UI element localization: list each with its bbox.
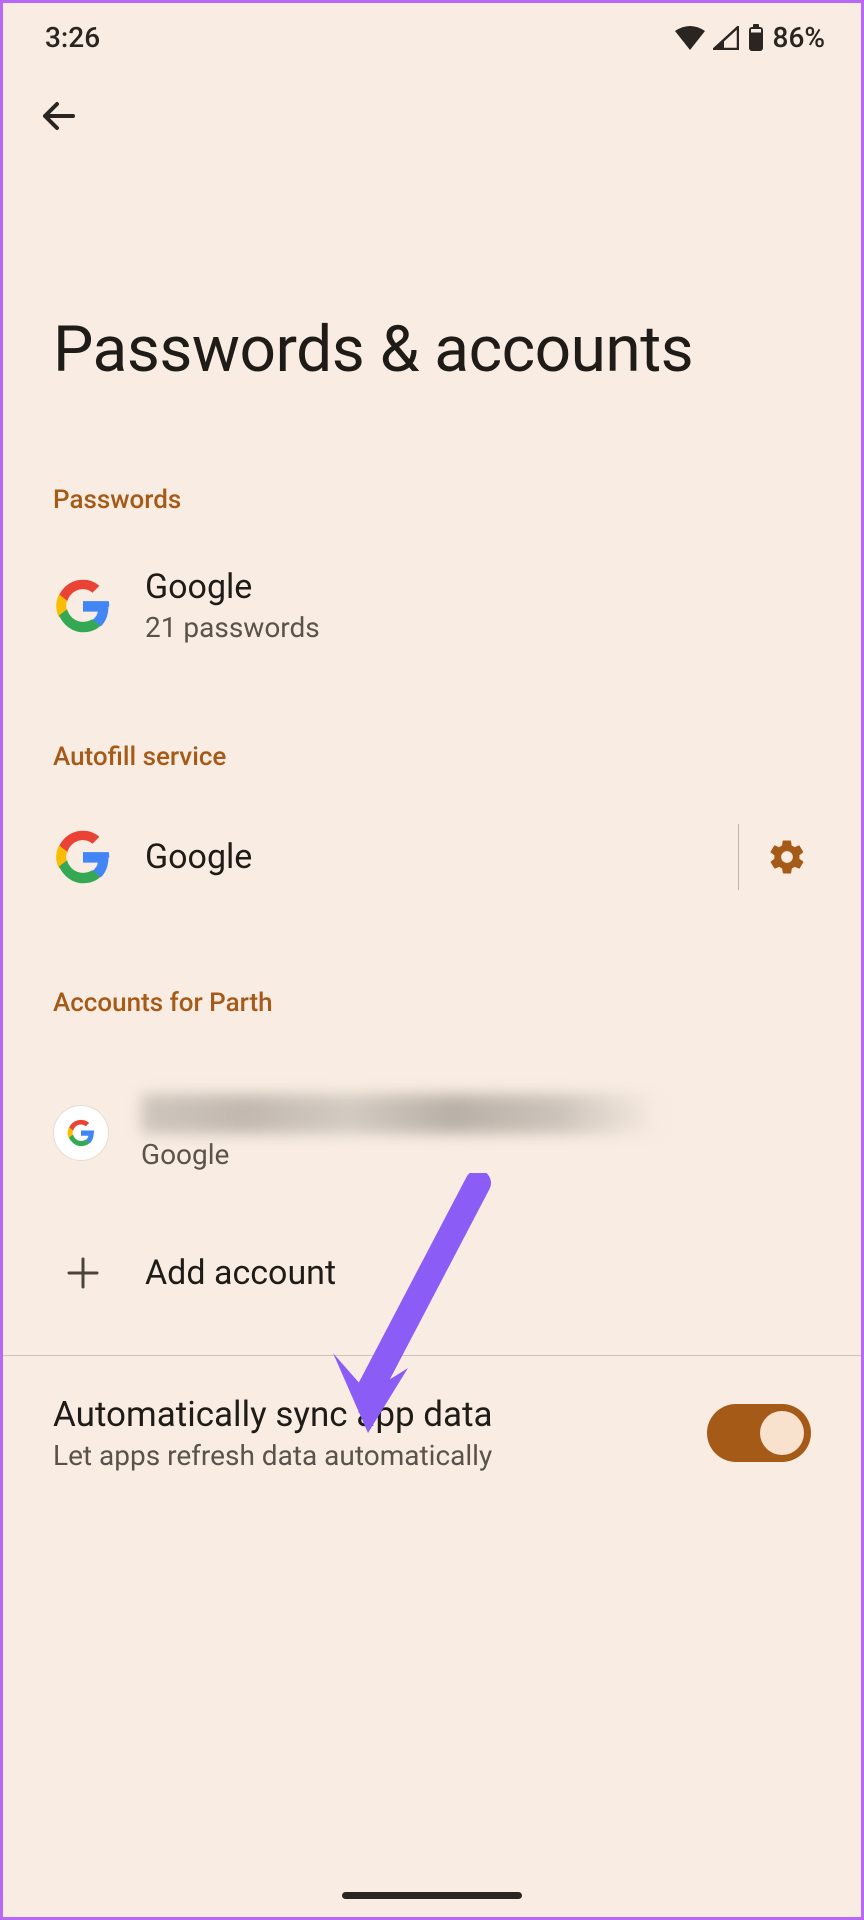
signal-icon (713, 26, 739, 50)
plus-icon (53, 1243, 113, 1303)
wifi-icon (675, 26, 705, 50)
status-time: 3:26 (45, 21, 100, 54)
add-account-label: Add account (145, 1253, 811, 1293)
back-button[interactable] (3, 64, 861, 152)
section-header-autofill: Autofill service (3, 724, 861, 800)
google-icon (53, 576, 113, 636)
gear-icon (767, 837, 807, 877)
autofill-google-title: Google (145, 837, 706, 877)
section-header-passwords: Passwords (3, 467, 861, 543)
battery-icon (747, 24, 765, 52)
status-bar: 3:26 86% (3, 3, 861, 64)
account-subtitle: Google (141, 1138, 811, 1171)
google-icon (53, 1105, 109, 1161)
autofill-google-item[interactable]: Google (3, 800, 861, 914)
add-account-item[interactable]: Add account (3, 1219, 861, 1327)
passwords-google-item[interactable]: Google 21 passwords (3, 543, 861, 668)
section-header-accounts: Accounts for Parth (3, 970, 861, 1046)
sync-toggle[interactable] (707, 1404, 811, 1462)
nav-bar-pill[interactable] (342, 1892, 522, 1899)
arrow-left-icon (37, 94, 81, 138)
sync-subtitle: Let apps refresh data automatically (53, 1439, 493, 1472)
sync-title: Automatically sync app data (53, 1394, 493, 1435)
passwords-google-subtitle: 21 passwords (145, 611, 811, 644)
divider-vertical (738, 824, 739, 890)
battery-percent: 86% (773, 21, 825, 54)
account-item[interactable]: Google (3, 1070, 861, 1195)
status-right: 86% (675, 21, 825, 54)
passwords-google-title: Google (145, 567, 811, 607)
sync-row[interactable]: Automatically sync app data Let apps ref… (3, 1356, 861, 1510)
page-title: Passwords & accounts (3, 152, 861, 467)
google-icon (53, 827, 113, 887)
autofill-settings-button[interactable] (763, 833, 811, 881)
account-email-redacted (141, 1094, 661, 1134)
autofill-trailing (738, 824, 811, 890)
